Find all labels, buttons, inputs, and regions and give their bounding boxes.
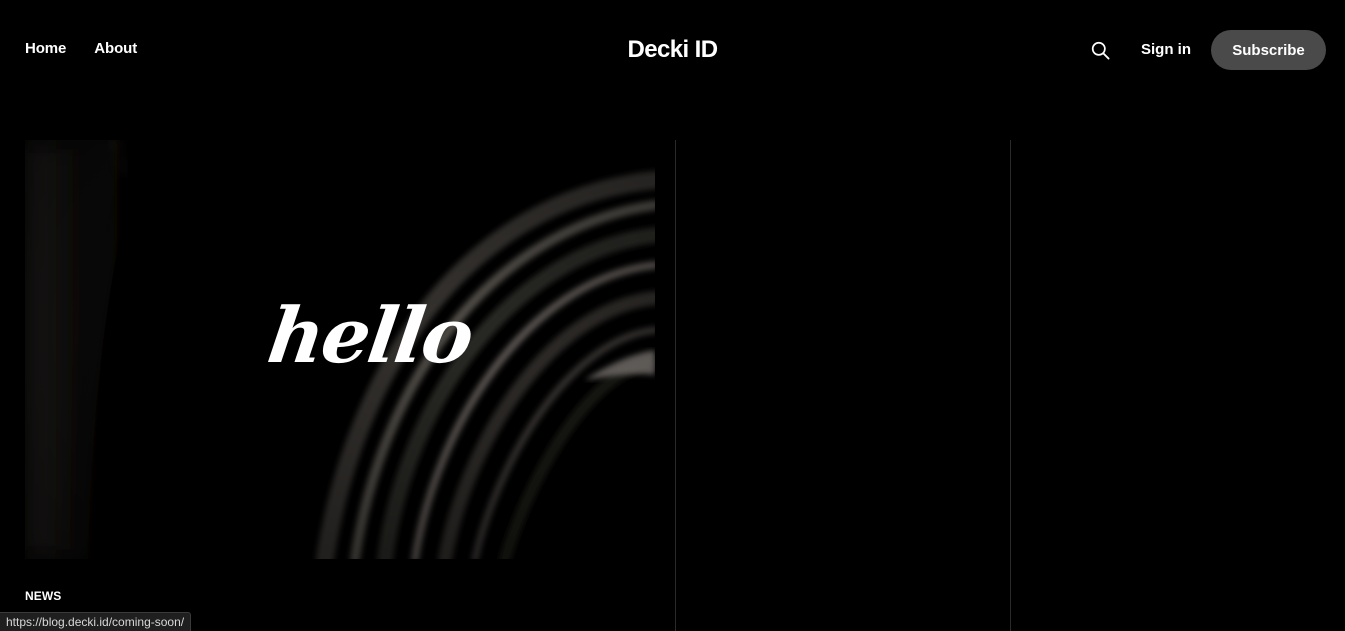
- subscribe-button[interactable]: Subscribe: [1211, 30, 1326, 70]
- column-divider: [1010, 140, 1011, 631]
- post-tag-link[interactable]: NEWS: [25, 589, 61, 603]
- page: Home About Decki ID Sign in Subscribe he…: [0, 0, 1345, 631]
- image-overlay-text: hello: [262, 291, 478, 380]
- column-divider: [675, 140, 676, 631]
- search-button[interactable]: [1089, 39, 1111, 61]
- search-icon: [1091, 41, 1109, 59]
- sign-in-link[interactable]: Sign in: [1141, 40, 1191, 60]
- feature-post-image[interactable]: hello: [25, 140, 655, 559]
- site-header: Home About Decki ID Sign in Subscribe: [0, 0, 1345, 100]
- header-actions: Sign in Subscribe: [1089, 30, 1326, 70]
- status-bar-url: https://blog.decki.id/coming-soon/: [0, 612, 192, 631]
